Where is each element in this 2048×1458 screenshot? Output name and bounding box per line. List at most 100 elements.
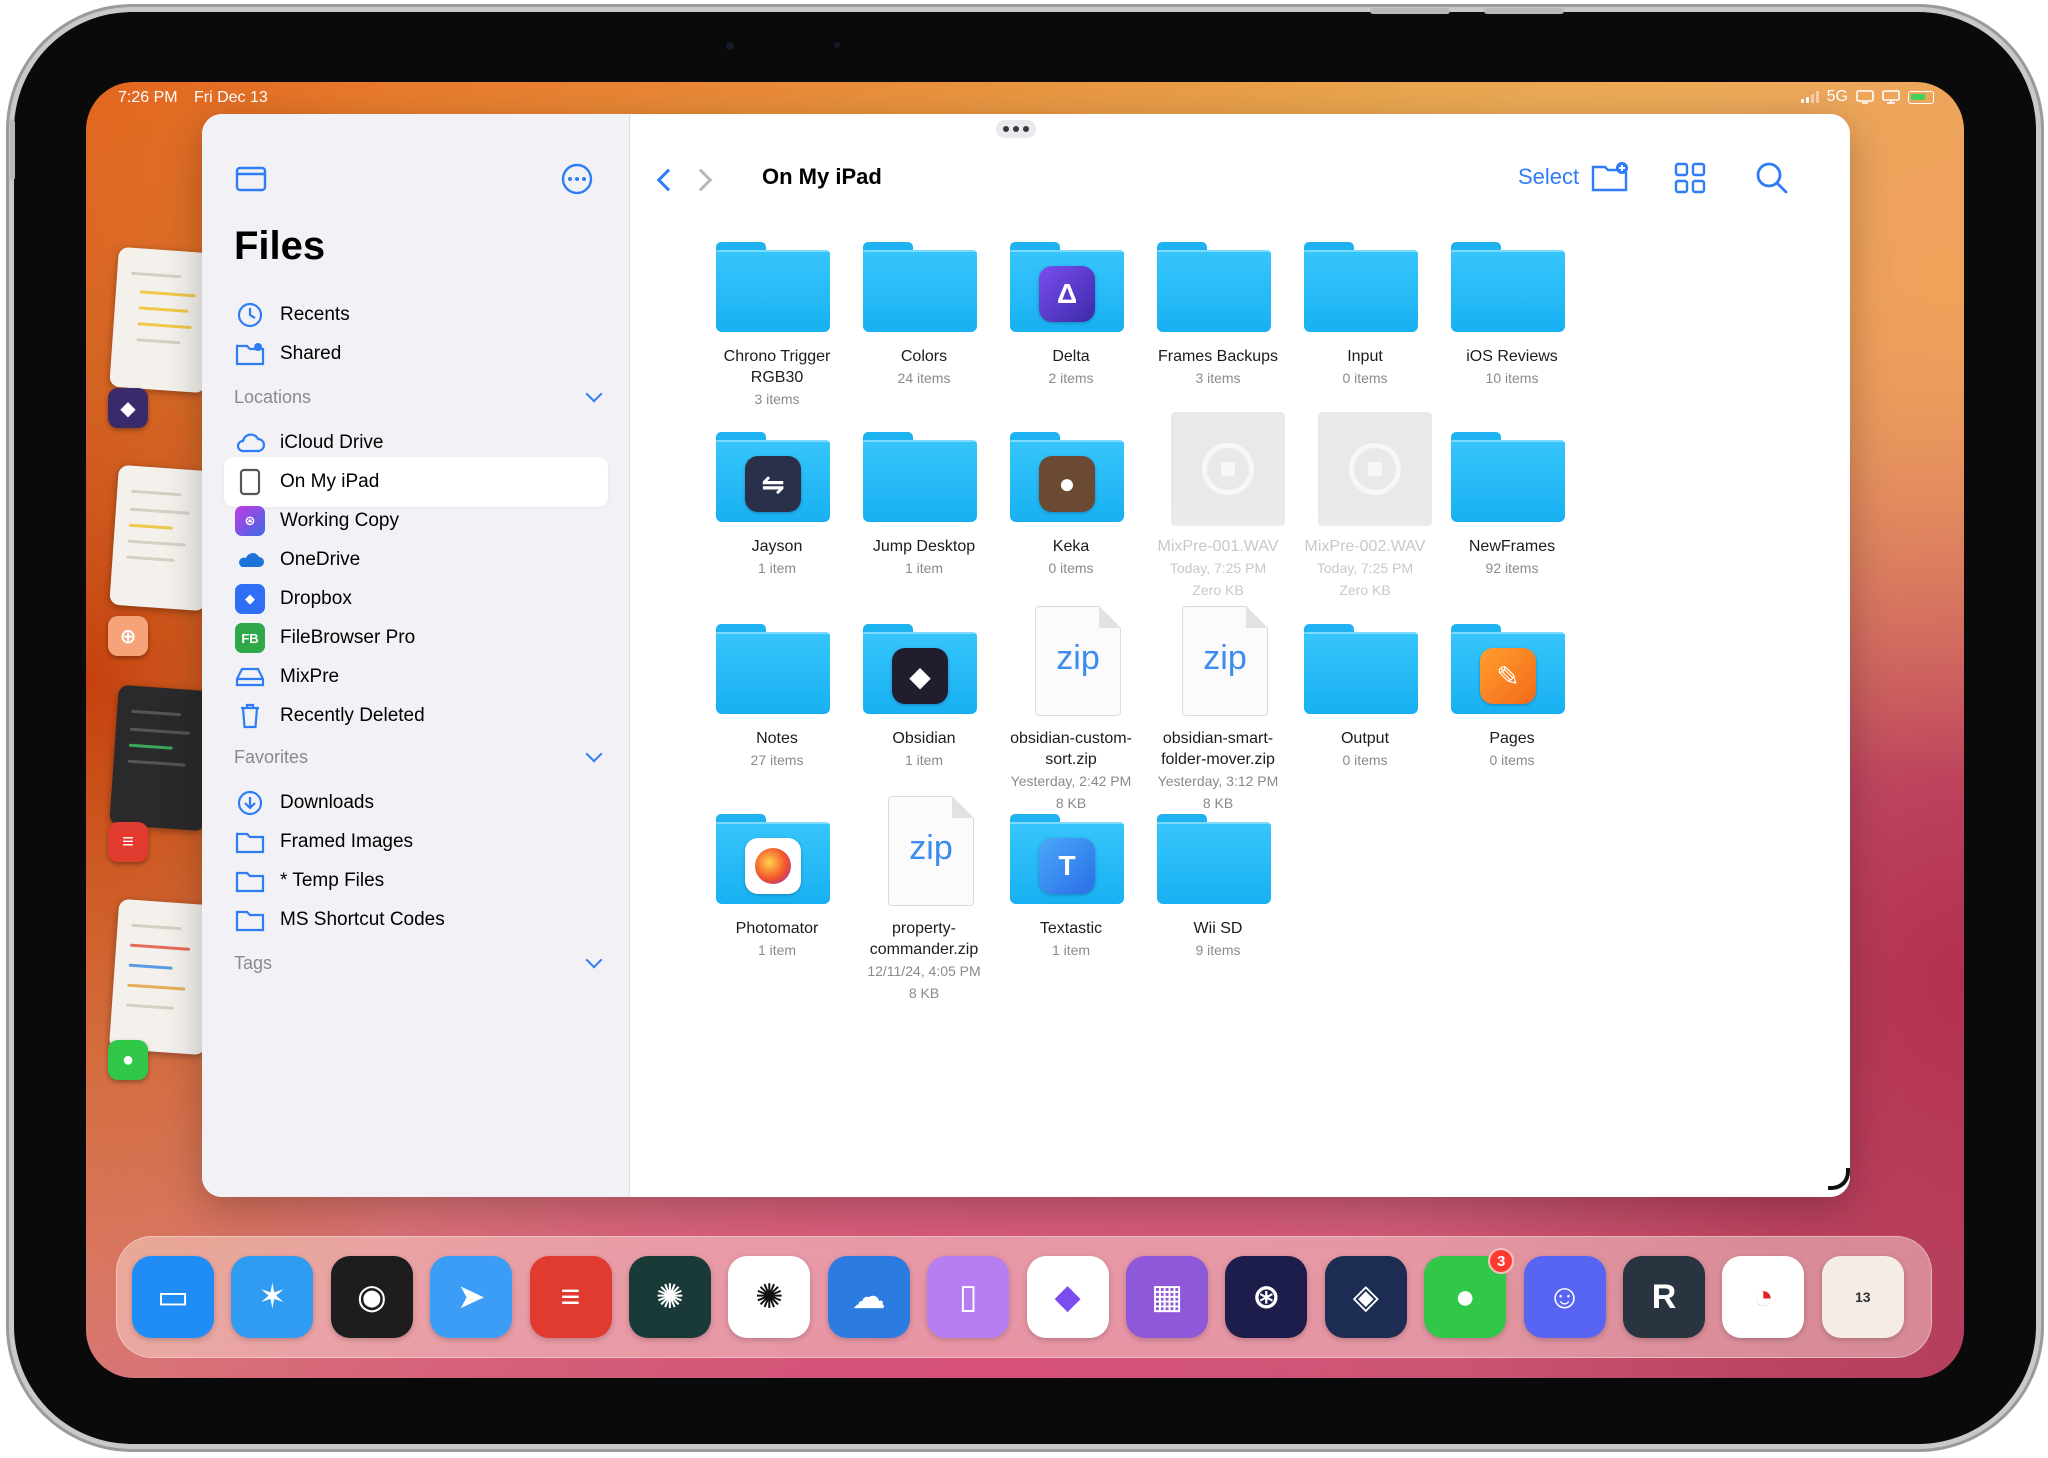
file-meta: 10 items — [1485, 370, 1539, 386]
sidebar-item-shared[interactable]: Shared — [224, 329, 608, 379]
folder-icon — [234, 904, 266, 936]
discord-dock-icon[interactable]: ☺ — [1523, 1256, 1606, 1338]
ipad-icon — [234, 466, 266, 498]
file-meta: 92 items — [1485, 560, 1539, 576]
top-button-2 — [1484, 8, 1564, 14]
file-name: Wii SD — [1193, 920, 1243, 937]
select-button[interactable]: Select — [1518, 164, 1579, 190]
stack-card-obsidian[interactable] — [109, 246, 215, 394]
window-options-handle[interactable] — [996, 120, 1036, 138]
sidebar-item-label: MixPre — [280, 666, 340, 687]
chatgpt-dark-dock-icon[interactable]: ✺ — [629, 1256, 711, 1338]
folder-icon — [716, 242, 830, 332]
stack-card-messages[interactable] — [108, 898, 216, 1056]
audio-file-icon — [1171, 412, 1285, 526]
locations-header[interactable]: Locations — [234, 382, 608, 412]
cloud-app-dock-icon[interactable]: ☁ — [827, 1256, 910, 1338]
sidebar-item-recently-deleted[interactable]: Recently Deleted — [224, 691, 608, 741]
back-button[interactable] — [656, 168, 680, 192]
app-stack-icon[interactable]: ⊕ — [108, 616, 148, 656]
grid-view-icon[interactable] — [1670, 158, 1710, 198]
clock-icon — [234, 299, 266, 331]
file-item-ios-reviews[interactable]: iOS Reviews 10 items — [1421, 236, 1603, 389]
file-item-newframes[interactable]: NewFrames 92 items — [1421, 426, 1603, 579]
folder-icon — [1304, 242, 1418, 332]
download-icon — [234, 787, 266, 819]
tags-header[interactable]: Tags — [234, 948, 608, 978]
working-copy-dock-icon[interactable]: ⊛ — [1225, 1256, 1308, 1338]
stack-card-todoist[interactable] — [109, 684, 215, 832]
spotify-dock-icon[interactable]: ◉ — [330, 1256, 413, 1338]
sidebar-item-label: OneDrive — [280, 549, 361, 570]
todoist-dock-icon[interactable]: ≡ — [529, 1256, 612, 1338]
app-library-dock-icon[interactable]: 13 — [1821, 1256, 1904, 1338]
file-meta: 12/11/24, 4:05 PM — [867, 963, 981, 979]
chevron-down-icon — [585, 745, 603, 763]
drive-icon — [234, 661, 266, 693]
chevron-down-icon — [585, 951, 603, 969]
favorites-header[interactable]: Favorites — [234, 742, 608, 772]
new-folder-icon[interactable] — [1590, 158, 1630, 198]
shortcuts-dock-icon[interactable]: ◈ — [1324, 1256, 1407, 1338]
top-button — [1370, 8, 1450, 14]
pages-app-icon: ✎ — [1480, 648, 1536, 704]
status-time: 7:26 PM — [118, 89, 178, 106]
sidebar-item-label: Recently Deleted — [280, 705, 425, 726]
reeder-dock-icon[interactable]: R — [1623, 1256, 1705, 1338]
sidebar-item-label: Working Copy — [280, 510, 399, 531]
search-icon[interactable] — [1752, 158, 1792, 198]
app-library-date: 13 — [1855, 1289, 1871, 1305]
more-options-icon[interactable] — [560, 162, 594, 196]
shared-folder-icon — [234, 338, 266, 370]
file-meta: 0 items — [1489, 752, 1535, 768]
audio-file-icon — [1318, 412, 1432, 526]
dropbox-icon: ◆ — [234, 583, 266, 615]
sidebar-item-label: FileBrowser Pro — [280, 627, 416, 648]
zip-file-icon: zip — [1035, 606, 1121, 716]
sidebar-item-ms-shortcut-codes[interactable]: MS Shortcut Codes — [224, 895, 608, 945]
chatgpt-dock-icon[interactable]: ✺ — [728, 1256, 811, 1338]
device-app-dock-icon[interactable]: ▯ — [927, 1256, 1010, 1338]
files-window: Files Recents Shared Locations iCloud Dr… — [202, 114, 1850, 1197]
side-button — [10, 120, 15, 180]
file-item-wii-sd[interactable]: Wii SD 9 items — [1127, 808, 1309, 961]
folder-icon — [716, 624, 830, 714]
obsidian-dock-icon[interactable]: ◆ — [1026, 1256, 1109, 1338]
file-size: 8 KB — [908, 985, 940, 1001]
spark-dock-icon[interactable]: ➤ — [430, 1256, 513, 1338]
obsidian-stack-icon[interactable]: ◆ — [108, 388, 148, 428]
file-item-pages[interactable]: ✎ Pages 0 items — [1421, 618, 1603, 771]
sidebar-toggle-icon[interactable] — [234, 162, 268, 196]
camera-housing — [0, 0, 2048, 90]
sidebar-item-label: On My iPad — [280, 471, 380, 492]
chevron-down-icon — [585, 385, 603, 403]
folder-icon — [234, 826, 266, 858]
obsidian-app-icon: ◆ — [892, 648, 948, 704]
network-label: 5G — [1826, 88, 1848, 105]
safari-dock-icon[interactable]: ✶ — [231, 1256, 314, 1338]
sidebar-item-label: Shared — [280, 343, 342, 364]
sidebar-item-label: MS Shortcut Codes — [280, 909, 445, 930]
dock: ▭ ✶ ◉ ➤ ≡ ✺ ✺ ☁ ▯ ◆ ▦ ⊛ ◈ ● 3 ☺ R ◔ 13 — [116, 1236, 1932, 1358]
folder-icon — [1157, 242, 1271, 332]
folder-icon — [716, 814, 830, 904]
file-meta: Yesterday, 3:12 PM — [1157, 773, 1279, 789]
messages-dock-icon[interactable]: ● 3 — [1424, 1248, 1515, 1338]
cloud-icon — [234, 427, 266, 459]
file-name: Pages — [1489, 730, 1535, 747]
display-icon — [1882, 90, 1900, 104]
stack-card-chat[interactable] — [109, 464, 215, 612]
forward-button[interactable] — [689, 168, 713, 192]
sensor — [834, 42, 840, 48]
files-dock-icon[interactable]: ▭ — [132, 1256, 214, 1338]
photomator-app-icon — [745, 838, 801, 894]
sidebar-item-label: Dropbox — [280, 588, 352, 609]
sidebar-item-label: iCloud Drive — [280, 432, 384, 453]
file-meta: 3 items — [754, 391, 800, 407]
calculator-app-dock-icon[interactable]: ▦ — [1126, 1256, 1208, 1338]
rss-app-dock-icon[interactable]: ◔ — [1722, 1256, 1805, 1338]
todoist-stack-icon[interactable]: ≡ — [108, 822, 148, 862]
sidebar-item-label: Downloads — [280, 792, 374, 813]
messages-stack-icon[interactable]: ● — [108, 1040, 148, 1080]
folder-icon: T — [1010, 814, 1124, 904]
